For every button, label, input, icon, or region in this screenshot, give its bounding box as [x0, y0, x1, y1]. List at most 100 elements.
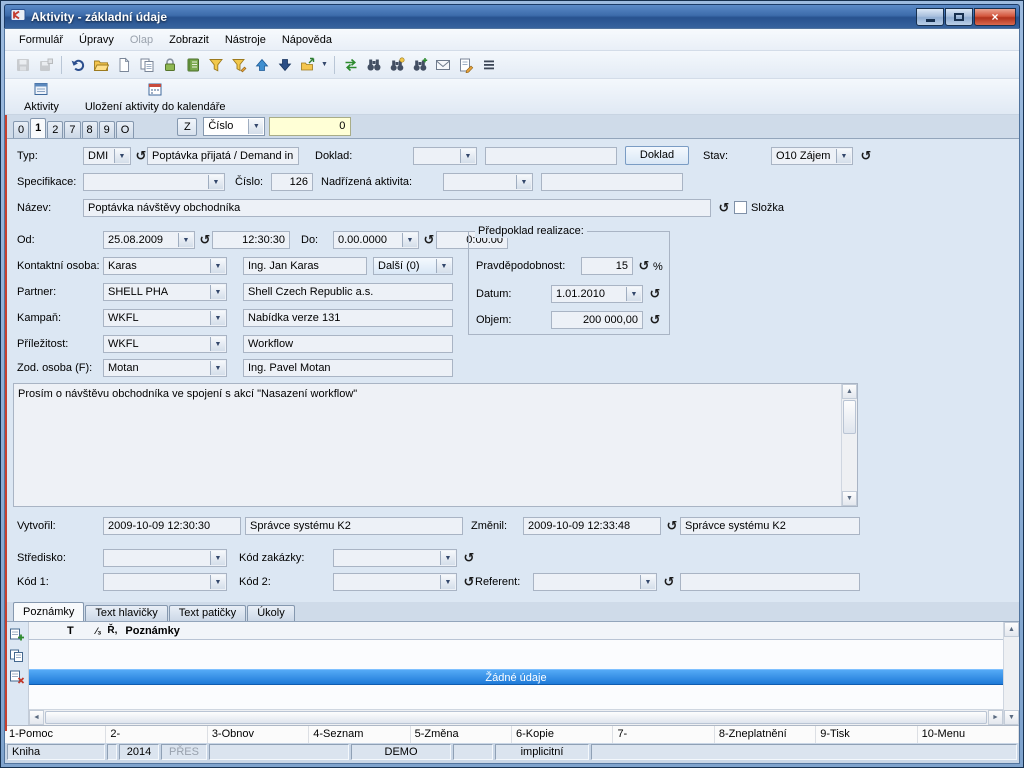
- page-tab-9[interactable]: 9: [99, 121, 115, 138]
- history-icon[interactable]: ↺: [648, 313, 662, 327]
- close-button[interactable]: ×: [974, 8, 1016, 26]
- maximize-button[interactable]: [945, 8, 973, 26]
- scroll-thumb[interactable]: [45, 711, 987, 724]
- horizontal-scrollbar[interactable]: ◄ ►: [29, 709, 1003, 725]
- tab-poznamky[interactable]: Poznámky: [13, 602, 84, 621]
- history-icon[interactable]: ↺: [662, 575, 676, 589]
- edit-note-icon[interactable]: [455, 54, 476, 75]
- notebook-icon[interactable]: [182, 54, 203, 75]
- menu-nastroje[interactable]: Nástroje: [217, 31, 274, 49]
- filter-edit-icon[interactable]: [228, 54, 249, 75]
- kod2-combo[interactable]: ▼: [333, 573, 457, 591]
- tab-ukoly[interactable]: Úkoly: [247, 605, 295, 621]
- history-icon[interactable]: ↺: [859, 149, 873, 163]
- send-icon[interactable]: [297, 54, 318, 75]
- lock-icon[interactable]: [159, 54, 180, 75]
- col-header-poznamky[interactable]: Poznámky: [125, 625, 179, 637]
- note-textarea[interactable]: Prosím o návštěvu obchodníka ve spojení …: [13, 383, 858, 507]
- chevron-down-icon[interactable]: ▼: [836, 149, 851, 163]
- history-icon[interactable]: ↺: [665, 519, 679, 533]
- history-icon[interactable]: ↺: [462, 575, 476, 589]
- history-icon[interactable]: ↺: [134, 149, 148, 163]
- scroll-track[interactable]: [842, 399, 857, 491]
- search-icon[interactable]: [363, 54, 384, 75]
- memo-scrollbar[interactable]: ▲ ▼: [841, 384, 857, 506]
- undo-icon[interactable]: [67, 54, 88, 75]
- fkey-9[interactable]: 9-Tisk: [816, 726, 917, 743]
- filter-icon[interactable]: [205, 54, 226, 75]
- chevron-down-icon[interactable]: ▼: [516, 175, 531, 189]
- zod-osoba-name-field[interactable]: Ing. Pavel Motan: [243, 359, 453, 377]
- od-date-combo[interactable]: 25.08.2009▼: [103, 231, 195, 249]
- chevron-down-icon[interactable]: ▼: [210, 361, 225, 375]
- copy-icon[interactable]: [136, 54, 157, 75]
- scroll-right-icon[interactable]: ►: [988, 710, 1003, 725]
- chevron-down-icon[interactable]: ▼: [210, 285, 225, 299]
- do-date-combo[interactable]: 0.00.0000▼: [333, 231, 419, 249]
- fkey-7[interactable]: 7-: [613, 726, 714, 743]
- chevron-down-icon[interactable]: ▼: [640, 575, 655, 589]
- kod-zakazky-combo[interactable]: ▼: [333, 549, 457, 567]
- fkey-10[interactable]: 10-Menu: [918, 726, 1019, 743]
- fkey-1[interactable]: 1-Pomoc: [5, 726, 106, 743]
- fkey-2[interactable]: 2-: [106, 726, 207, 743]
- chevron-down-icon[interactable]: ▼: [460, 149, 475, 163]
- menu-upravy[interactable]: Úpravy: [71, 31, 122, 49]
- history-icon[interactable]: ↺: [717, 201, 731, 215]
- chevron-down-icon[interactable]: ▼: [210, 575, 225, 589]
- list-icon[interactable]: [478, 54, 499, 75]
- nadrizena-text-field[interactable]: [541, 173, 683, 191]
- grid-header[interactable]: T ⁄₃ Ř, Poznámky: [29, 622, 1003, 640]
- kampan-name-field[interactable]: Nabídka verze 131: [243, 309, 453, 327]
- partner-combo[interactable]: SHELL PHA▼: [103, 283, 227, 301]
- menu-napoveda[interactable]: Nápověda: [274, 31, 340, 49]
- chevron-down-icon[interactable]: ▼: [210, 311, 225, 325]
- chevron-down-icon[interactable]: ▼: [114, 149, 129, 163]
- menu-zobrazit[interactable]: Zobrazit: [161, 31, 217, 49]
- fkey-6[interactable]: 6-Kopie: [512, 726, 613, 743]
- history-icon[interactable]: ↺: [648, 287, 662, 301]
- minimize-button[interactable]: [916, 8, 944, 26]
- partner-name-field[interactable]: Shell Czech Republic a.s.: [243, 283, 453, 301]
- page-tab-8[interactable]: 8: [82, 121, 98, 138]
- col-header-sort[interactable]: ⁄₃: [96, 626, 102, 636]
- open-icon[interactable]: [90, 54, 111, 75]
- delete-record-icon[interactable]: [8, 668, 26, 686]
- menu-formular[interactable]: Formulář: [11, 31, 71, 49]
- send-dropdown-icon[interactable]: ▼: [319, 54, 330, 75]
- specifikace-combo[interactable]: ▼: [83, 173, 225, 191]
- scroll-down-icon[interactable]: ▼: [1004, 710, 1019, 725]
- page-tab-0[interactable]: 0: [13, 121, 29, 138]
- history-icon[interactable]: ↺: [422, 233, 436, 247]
- chevron-down-icon[interactable]: ▼: [440, 575, 455, 589]
- prilezitost-combo[interactable]: WKFL▼: [103, 335, 227, 353]
- doklad-text-field[interactable]: [485, 147, 617, 165]
- search-plus-icon[interactable]: [409, 54, 430, 75]
- scroll-track[interactable]: [1004, 637, 1019, 710]
- datum-combo[interactable]: 1.01.2010▼: [551, 285, 643, 303]
- search-field-combo[interactable]: Číslo ▼: [203, 117, 265, 136]
- chevron-down-icon[interactable]: ▼: [210, 259, 225, 273]
- tab-text-hlavicky[interactable]: Text hlavičky: [85, 605, 167, 621]
- doklad-button[interactable]: Doklad: [625, 146, 689, 165]
- history-icon[interactable]: ↺: [637, 259, 651, 273]
- doklad-code-combo[interactable]: ▼: [413, 147, 477, 165]
- sort-down-icon[interactable]: [274, 54, 295, 75]
- chevron-down-icon[interactable]: ▼: [208, 175, 223, 189]
- chevron-down-icon[interactable]: ▼: [626, 287, 641, 301]
- slozka-checkbox[interactable]: [734, 201, 747, 214]
- chevron-down-icon[interactable]: ▼: [210, 337, 225, 351]
- nazev-field[interactable]: Poptávka návštěvy obchodníka: [83, 199, 711, 217]
- chevron-down-icon[interactable]: ▼: [436, 259, 451, 273]
- fkey-8[interactable]: 8-Zneplatnění: [715, 726, 816, 743]
- tab-text-paticky[interactable]: Text patičky: [169, 605, 246, 621]
- search-marked-icon[interactable]: [386, 54, 407, 75]
- stav-combo[interactable]: O10 Zájem▼: [771, 147, 853, 165]
- scroll-up-icon[interactable]: ▲: [1004, 622, 1019, 637]
- page-tab-o[interactable]: O: [116, 121, 135, 138]
- page-tab-2[interactable]: 2: [47, 121, 63, 138]
- fkey-5[interactable]: 5-Změna: [411, 726, 512, 743]
- empty-data-row[interactable]: Žádné údaje: [29, 669, 1003, 685]
- vertical-scrollbar[interactable]: ▲ ▼: [1003, 622, 1019, 725]
- typ-code-combo[interactable]: DMI▼: [83, 147, 131, 165]
